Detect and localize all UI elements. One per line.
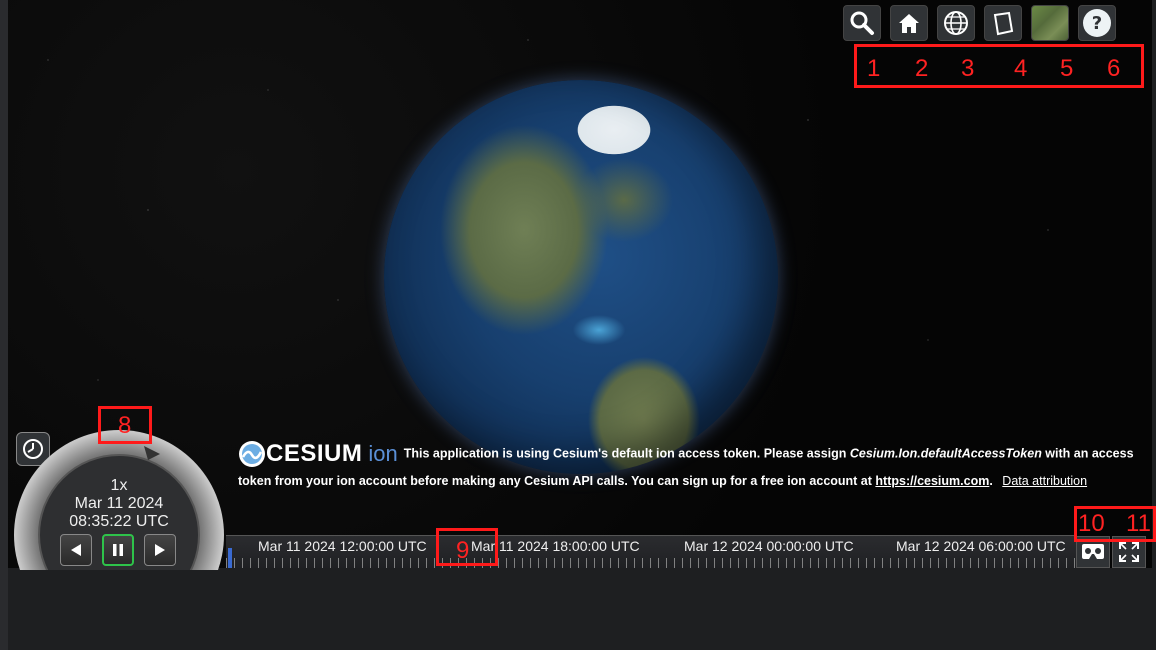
help-button[interactable]: ?: [1078, 5, 1116, 41]
annotation-label-5: 5: [1060, 55, 1074, 82]
help-icon: ?: [1083, 9, 1111, 37]
timeline-labels: Mar 11 2024 12:00:00 UTC Mar 11 2024 18:…: [226, 538, 1076, 556]
play-reverse-icon: [71, 544, 81, 556]
ion-logo-text: ion: [368, 441, 398, 466]
timeline-needle[interactable]: [228, 548, 232, 568]
scene-mode-button[interactable]: [937, 5, 975, 41]
annotation-label-1: 1: [867, 55, 881, 82]
annotation-label-9: 9: [456, 537, 470, 564]
window-left-frame: [0, 0, 8, 650]
play-forward-button[interactable]: [144, 534, 176, 566]
annotation-box-toolbar: [854, 44, 1144, 88]
speed-needle-icon: [144, 446, 160, 460]
play-reverse-button[interactable]: [60, 534, 92, 566]
timeline-label: Mar 12 2024 06:00:00 UTC: [896, 538, 1066, 554]
timeline-label: Mar 12 2024 00:00:00 UTC: [684, 538, 854, 554]
timeline[interactable]: Mar 11 2024 12:00:00 UTC Mar 11 2024 18:…: [226, 535, 1076, 568]
credits-container: CESIUM ion This application is using Cesi…: [238, 440, 1143, 494]
search-icon: [850, 11, 874, 35]
3d-view-button[interactable]: [984, 5, 1022, 41]
annotation-label-4: 4: [1014, 55, 1028, 82]
timeline-ticks: [226, 558, 1076, 568]
home-button[interactable]: [890, 5, 928, 41]
annotation-label-3: 3: [961, 55, 975, 82]
pause-button[interactable]: [102, 534, 134, 566]
cesium-link[interactable]: https://cesium.com: [875, 474, 989, 488]
cube-icon: [993, 11, 1014, 36]
access-token-name: Cesium.Ion.defaultAccessToken: [849, 446, 1042, 461]
cesium-logo-text: CESIUM: [266, 440, 363, 467]
base-layer-picker-button[interactable]: [1031, 5, 1069, 41]
animation-speed: 1x: [110, 477, 128, 494]
annotation-label-2: 2: [915, 55, 929, 82]
viewer-toolbar: ?: [843, 5, 1116, 41]
animation-date: Mar 11 2024: [74, 495, 164, 512]
credits-message-3: .: [989, 474, 993, 488]
annotation-label-11: 11: [1126, 510, 1151, 537]
fullscreen-icon: [1119, 542, 1139, 562]
play-forward-icon: [155, 544, 165, 556]
data-attribution-link[interactable]: Data attribution: [1002, 474, 1087, 488]
earth-globe[interactable]: [384, 80, 778, 474]
credits-message-1: This application is using Cesium's defau…: [403, 446, 850, 461]
animation-time: 08:35:22 UTC: [69, 513, 169, 530]
cesium-logo-icon: [239, 441, 265, 467]
globe-icon: [944, 11, 968, 35]
animation-widget: 1x Mar 11 2024 08:35:22 UTC: [14, 430, 224, 570]
vr-headset-icon: [1082, 544, 1104, 559]
timeline-label: Mar 11 2024 12:00:00 UTC: [258, 538, 427, 554]
search-button[interactable]: [843, 5, 881, 41]
pause-icon: [113, 544, 123, 556]
annotation-label-8: 8: [118, 412, 132, 439]
annotation-label-6: 6: [1107, 55, 1121, 82]
annotation-label-10: 10: [1078, 510, 1105, 537]
cesium-ion-logo[interactable]: CESIUM ion: [238, 440, 398, 468]
home-icon: [899, 14, 919, 33]
